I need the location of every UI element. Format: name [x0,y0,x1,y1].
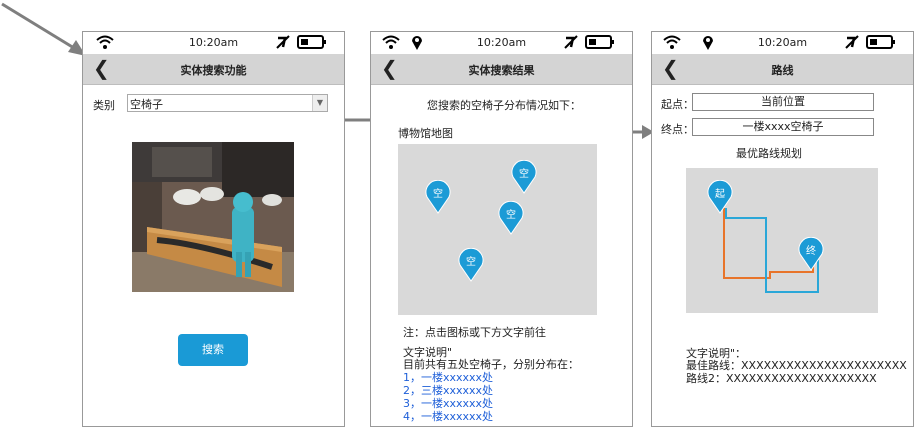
mute-icon [276,35,290,49]
page-title: 实体搜索结果 [468,64,535,77]
museum-map[interactable]: 空 空 空 空 [398,144,597,315]
chair-pin-label: 空 [519,169,529,180]
battery-icon [585,35,614,49]
mute-icon [845,35,859,49]
phone-screen-results: 10:20am ❮ 实体搜索结果 您搜索的空椅子分布情况如下： 博物馆地图 空 … [370,31,633,427]
chair-pin-2[interactable]: 空 [511,160,537,194]
search-button-label: 搜索 [202,343,224,356]
nav-bar: ❮ 实体搜索结果 [371,54,632,85]
status-bar: 10:20am [652,32,913,54]
category-select[interactable]: 空椅子 ▼ [127,94,328,112]
route-end-pin-label: 终 [806,246,816,257]
chair-pin-label: 空 [433,189,443,200]
battery-icon [866,35,895,49]
search-button[interactable]: 搜索 [178,334,248,366]
route-start-pin[interactable]: 起 [707,180,733,214]
page-title: 实体搜索功能 [180,64,247,77]
page-title: 路线 [771,64,794,77]
start-label: 起点： [661,98,694,111]
chair-pin-label: 空 [506,210,516,221]
mute-icon [564,35,578,49]
flow-arrow-intro [1,2,86,56]
category-label: 类别 [93,99,115,112]
end-field[interactable]: 一楼xxxx空椅子 [692,118,874,136]
route-alternative[interactable]: 路线2：XXXXXXXXXXXXXXXXXXXX [686,370,877,386]
chair-pin-label: 空 [466,257,476,268]
map-note: 注：点击图标或下方文字前往 [403,326,546,339]
route-start-pin-label: 起 [715,189,725,200]
battery-icon [297,35,326,49]
chevron-down-icon[interactable]: ▼ [312,95,327,111]
results-heading: 您搜索的空椅子分布情况如下： [427,99,581,112]
route-map[interactable]: 起 终 [686,168,878,313]
status-bar: 10:20am [83,32,344,54]
end-label: 终点： [661,123,694,136]
nav-bar: ❮ 路线 [652,54,913,85]
location-link-4[interactable]: 4，一楼xxxxxx处 [403,408,493,424]
route-plan-label: 最优路线规划 [736,147,802,160]
chair-pin-1[interactable]: 空 [425,180,451,214]
start-field[interactable]: 当前位置 [692,93,874,111]
chair-pin-4[interactable]: 空 [458,248,484,282]
nav-bar: ❮ 实体搜索功能 [83,54,344,85]
chair-pin-3[interactable]: 空 [498,201,524,235]
chair-photo [132,142,294,292]
route-end-pin[interactable]: 终 [798,237,824,271]
status-bar: 10:20am [371,32,632,54]
phone-screen-search: 10:20am ❮ 实体搜索功能 类别 空椅子 ▼ 搜索 [82,31,345,427]
phone-screen-route: 10:20am ❮ 路线 起点： 当前位置 终点： 一楼xxxx空椅子 最优路线… [651,31,914,427]
map-label: 博物馆地图 [398,127,453,140]
category-select-value: 空椅子 [130,98,163,111]
